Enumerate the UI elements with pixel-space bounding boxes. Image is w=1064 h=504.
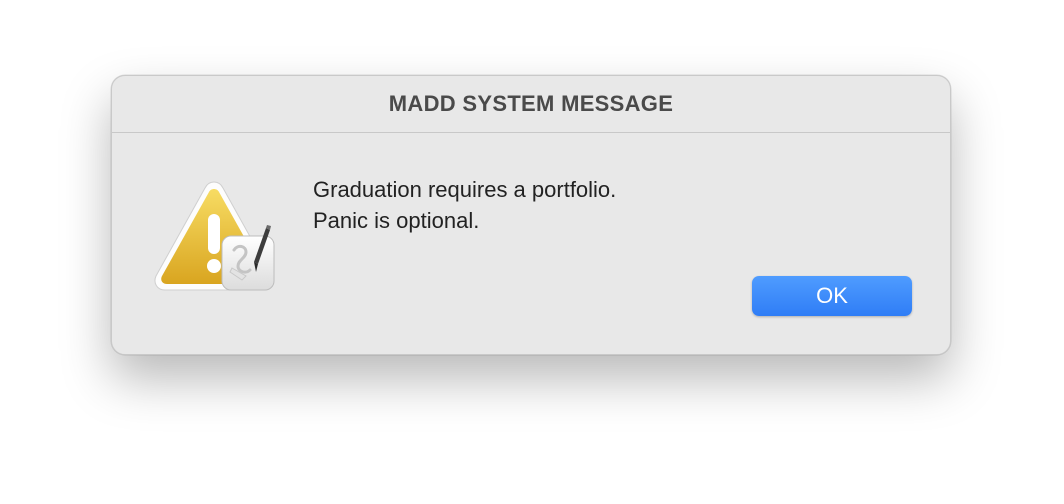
message-line-2: Panic is optional.	[313, 208, 480, 233]
warning-icon	[154, 180, 282, 300]
alert-message: Graduation requires a portfolio. Panic i…	[313, 174, 616, 236]
message-line-1: Graduation requires a portfolio.	[313, 177, 617, 202]
warning-triangle-icon	[154, 181, 275, 291]
alert-dialog: MADD SYSTEM MESSAGE Graduation requires …	[111, 75, 951, 355]
ok-button[interactable]: OK	[752, 276, 912, 316]
dialog-titlebar: MADD SYSTEM MESSAGE	[112, 76, 950, 133]
desktop-background: MADD SYSTEM MESSAGE Graduation requires …	[0, 0, 1064, 504]
dialog-title: MADD SYSTEM MESSAGE	[388, 91, 674, 116]
